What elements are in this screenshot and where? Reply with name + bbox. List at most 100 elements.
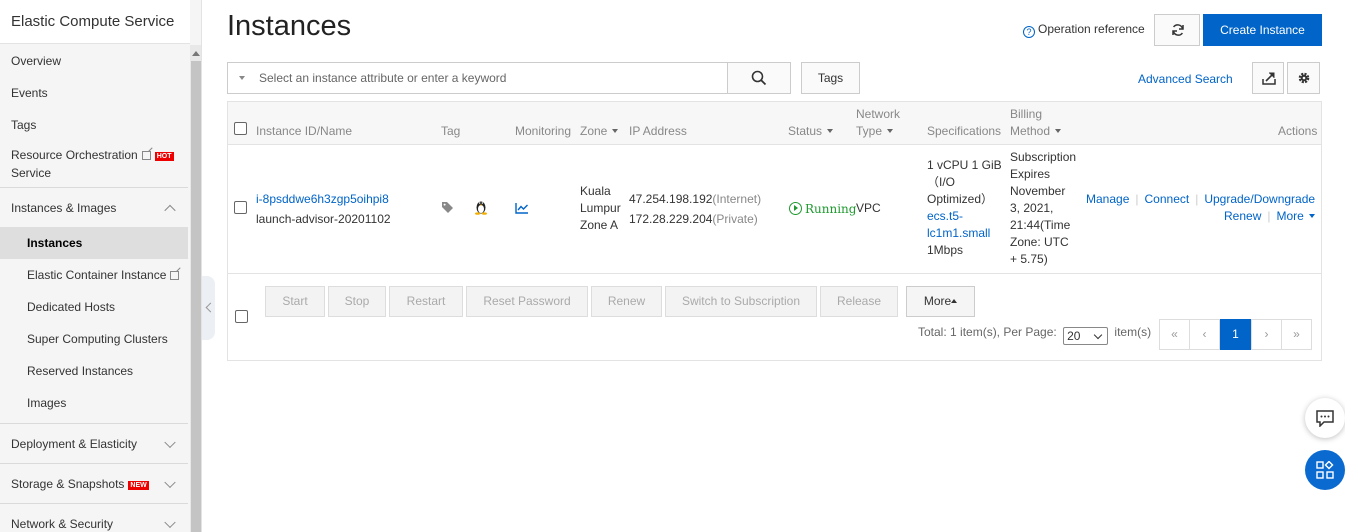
export-button[interactable] (1252, 62, 1284, 94)
column-zone[interactable]: Zone (580, 123, 619, 140)
sidebar-section-instances-images[interactable]: Instances & Images (0, 187, 188, 227)
instance-type-link-line-2[interactable]: lc1m1.small (927, 225, 990, 242)
search-icon (751, 70, 767, 86)
zone-line-2: Lumpur (580, 201, 621, 215)
sidebar-item-reserved-instances[interactable]: Reserved Instances (0, 355, 188, 387)
sidebar-item-images[interactable]: Images (0, 387, 188, 419)
billing-line-6: Zone: UTC (1010, 235, 1069, 249)
search-input[interactable] (259, 63, 719, 93)
row-actions-line-2: Renew | More (1224, 208, 1315, 225)
sidebar-section-network-security[interactable]: Network & Security (0, 503, 188, 532)
sidebar-item-elastic-container-instance[interactable]: Elastic Container Instance (0, 259, 188, 291)
per-page-value: 20 (1067, 329, 1081, 343)
column-ip: IP Address (629, 124, 687, 138)
private-ip-value: 172.28.229.204 (629, 212, 713, 226)
row-checkbox[interactable] (234, 201, 247, 214)
status-text: Running (805, 202, 857, 216)
items-suffix: item(s) (1114, 325, 1152, 339)
private-ip: 172.28.229.204(Private) (629, 211, 758, 228)
more-bulk-actions-button[interactable]: More (906, 286, 975, 317)
table-row: i-8psddwe6h3zgp5oihpi8 launch-advisor-20… (228, 146, 1321, 274)
advanced-search-link[interactable]: Advanced Search (1138, 72, 1233, 86)
sidebar-item-events[interactable]: Events (0, 77, 188, 109)
spec-line-1: 1 vCPU 1 GiB (927, 158, 1002, 172)
instance-id-link[interactable]: i-8psddwe6h3zgp5oihpi8 (256, 191, 389, 208)
sidebar-item-label: Instances (27, 236, 83, 250)
monitoring-chart-icon[interactable] (515, 202, 529, 214)
column-specifications: Specifications (927, 124, 1002, 138)
scroll-thumb[interactable] (191, 61, 201, 532)
sidebar-list: Overview Events Tags Resource Orchestrat… (0, 45, 188, 532)
sort-down-icon (827, 129, 834, 133)
sidebar-item-super-computing-clusters[interactable]: Super Computing Clusters (0, 323, 188, 355)
stop-button[interactable]: Stop (328, 286, 386, 317)
manage-link[interactable]: Manage (1086, 192, 1129, 206)
feedback-chat-button[interactable] (1305, 398, 1345, 438)
column-monitoring: Monitoring (515, 124, 572, 138)
row-actions-line-1: Manage | Connect | Upgrade/Downgrade (1086, 191, 1315, 208)
pager-prev-button[interactable]: ‹ (1189, 319, 1220, 350)
instance-type-link-line-1[interactable]: ecs.t5- (927, 208, 963, 225)
column-network-type[interactable]: Network Type (856, 106, 900, 140)
caret-down-icon (1308, 214, 1315, 218)
refresh-button[interactable] (1154, 14, 1200, 46)
search-button[interactable] (727, 62, 791, 94)
sidebar-scrollbar[interactable] (190, 45, 201, 532)
more-actions-link[interactable]: More (1276, 209, 1315, 223)
column-zone-label: Zone (580, 124, 608, 138)
footer-select-all-checkbox[interactable] (235, 310, 248, 323)
scroll-up-arrow-icon[interactable] (192, 51, 200, 56)
column-instance: Instance ID/Name (256, 124, 353, 138)
connect-link[interactable]: Connect (1145, 192, 1190, 206)
pager-last-button[interactable]: » (1281, 319, 1312, 350)
sidebar-item-overview[interactable]: Overview (0, 45, 188, 77)
renew-link[interactable]: Renew (1224, 209, 1261, 223)
release-button[interactable]: Release (820, 286, 898, 317)
sidebar-section-label: Deployment & Elasticity (11, 437, 138, 451)
reset-password-button[interactable]: Reset Password (466, 286, 588, 317)
sidebar-collapse-handle[interactable] (202, 276, 215, 340)
operation-reference-link[interactable]: ? Operation reference (1023, 22, 1145, 38)
sidebar-item-instances[interactable]: Instances (0, 227, 188, 259)
external-link-icon (170, 271, 180, 280)
sidebar-item-resource-orchestration[interactable]: Resource Orchestration HOT Service (0, 141, 176, 187)
billing-line-7: + 5.75) (1010, 252, 1048, 266)
column-status[interactable]: Status (788, 123, 834, 140)
settings-button[interactable] (1287, 62, 1320, 94)
private-ip-tag: (Private) (712, 212, 758, 226)
sidebar-section-label: Storage & Snapshots (11, 477, 125, 491)
select-all-checkbox[interactable] (234, 122, 247, 135)
column-billing-label-2: Method (1010, 124, 1051, 138)
pager-next-button[interactable]: › (1251, 319, 1282, 350)
sidebar-section-label: Network & Security (11, 517, 114, 531)
sidebar-item-dedicated-hosts[interactable]: Dedicated Hosts (0, 291, 188, 323)
apps-grid-icon (1316, 461, 1334, 479)
sidebar-item-tags[interactable]: Tags (0, 109, 188, 141)
chat-icon (1316, 410, 1334, 427)
start-button[interactable]: Start (265, 286, 325, 317)
per-page-select[interactable]: 20 (1063, 327, 1109, 345)
apps-menu-button[interactable] (1305, 450, 1345, 490)
attribute-dropdown-icon[interactable] (239, 76, 245, 80)
switch-to-subscription-button[interactable]: Switch to Subscription (665, 286, 817, 317)
tags-filter-button[interactable]: Tags (801, 62, 860, 94)
create-instance-button[interactable]: Create Instance (1203, 14, 1322, 46)
export-icon (1262, 72, 1276, 85)
upgrade-downgrade-link[interactable]: Upgrade/Downgrade (1204, 192, 1315, 206)
search-box[interactable] (227, 62, 728, 94)
column-network-label-2: Type (856, 124, 883, 138)
renew-button[interactable]: Renew (591, 286, 662, 317)
pagination-summary: Total: 1 item(s), Per Page: 20 item(s) (918, 325, 1151, 345)
pager-first-button[interactable]: « (1159, 319, 1190, 350)
column-tag: Tag (441, 124, 461, 138)
column-billing-method[interactable]: Billing Method (1010, 106, 1062, 140)
restart-button[interactable]: Restart (389, 286, 463, 317)
sidebar-section-storage-snapshots[interactable]: Storage & Snapshots NEW (0, 463, 188, 503)
pager-page-1[interactable]: 1 (1220, 319, 1251, 350)
tag-icon[interactable] (441, 201, 455, 214)
sort-down-icon (887, 129, 894, 133)
table-footer: Start Stop Restart Reset Password Renew … (228, 274, 1321, 360)
sidebar-section-deployment-elasticity[interactable]: Deployment & Elasticity (0, 423, 188, 463)
sidebar-title: Elastic Compute Service (0, 0, 190, 44)
sidebar-item-label: Overview (11, 54, 62, 68)
